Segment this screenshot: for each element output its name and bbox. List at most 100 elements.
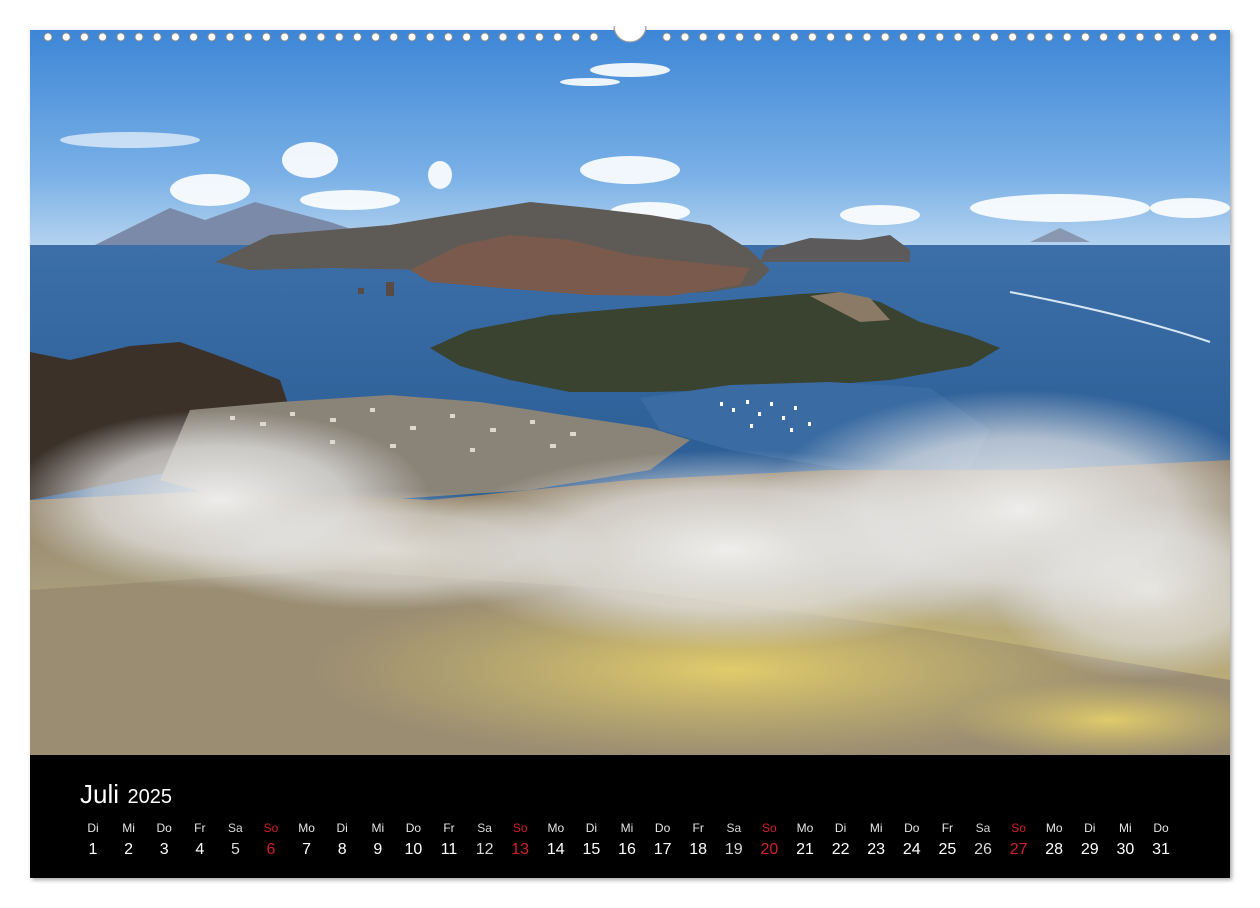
weekday-label: Do [1153,821,1169,835]
binding-ring [826,32,836,42]
day-number: 22 [831,841,850,858]
calendar-strip: Juli 2025 Di 1 Mi 2 Do 3 Fr 4 Sa 5 So 6 Mo 7 Di 8 Mi 9 Do 1… [30,755,1230,878]
binding-ring [371,32,381,42]
binding-ring [152,32,162,42]
day-number: 27 [1009,841,1028,858]
day-cell: Di 1 [75,819,111,863]
day-grid: Di 1 Mi 2 Do 3 Fr 4 Sa 5 So 6 Mo 7 Di 8 Mi 9 Do 10 Fr 11 Sa 12 S… [75,819,1190,867]
day-cell: Fr 4 [182,819,218,863]
binding-ring [589,32,599,42]
day-number: 31 [1152,841,1170,858]
day-cell: Di 29 [1072,819,1108,863]
day-cell: So 6 [253,819,289,863]
binding-ring [1044,32,1054,42]
binding-ring [698,32,708,42]
binding-ring [207,32,217,42]
binding-ring [280,32,290,42]
day-cell: Fr 18 [680,819,716,863]
day-number: 29 [1080,841,1099,858]
binding-ring [971,32,981,42]
day-number: 17 [653,841,672,858]
day-number: 12 [475,841,494,858]
day-cell: Sa 26 [965,819,1001,863]
binding-ring [243,32,253,42]
binding-ring [553,32,563,42]
binding-ring [844,32,854,42]
binding-ring [1153,32,1163,42]
weekday-label: Do [405,821,422,835]
binding-ring [716,32,726,42]
weekday-label: Fr [443,821,455,835]
weekday-label: So [263,821,279,835]
day-cell: Do 17 [645,819,681,863]
weekday-label: Mi [122,821,135,835]
binding-ring [334,32,344,42]
day-cell: Sa 12 [467,819,503,863]
day-cell: So 13 [502,819,538,863]
weekday-label: Fr [941,821,954,835]
day-number: 30 [1116,841,1135,858]
binding-ring [1026,32,1036,42]
weekday-label: Do [156,821,172,835]
weekday-label: So [512,821,528,835]
binding-ring [917,32,927,42]
day-cell: Do 3 [146,819,182,863]
binding-ring [116,32,126,42]
month-label: Juli [80,779,120,809]
binding-ring [98,32,108,42]
day-number: 1 [88,841,98,858]
day-cell: Di 8 [324,819,360,863]
day-number: 25 [938,841,957,858]
day-cell: Di 22 [823,819,859,863]
binding-ring [1099,32,1109,42]
year-label: 2025 [127,786,172,808]
weekday-label: Fr [692,821,704,835]
binding-ring [771,32,781,42]
day-number: 2 [124,841,134,858]
weekday-label: Sa [726,821,742,835]
day-number: 13 [511,841,530,858]
hanger-hook-icon [613,25,647,43]
day-number: 9 [373,841,383,858]
day-number: 8 [337,841,347,858]
binding-ring [316,32,326,42]
day-cell: Mo 28 [1036,819,1072,863]
weekday-label: Di [87,821,99,835]
weekday-label: Di [834,821,847,835]
day-cell: Mi 30 [1107,819,1143,863]
binding-ring [79,32,89,42]
day-number: 19 [724,841,743,858]
binding-ring [1080,32,1090,42]
weekday-label: Mi [620,821,634,835]
binding-ring [1008,32,1018,42]
weekday-label: Fr [194,821,206,835]
binding-ring [1117,32,1127,42]
binding-ring [1171,32,1181,42]
day-number: 26 [974,841,992,858]
weekday-label: Mi [371,821,385,835]
binding-ring [407,32,417,42]
binding-ring [1062,32,1072,42]
day-cell: Do 24 [894,819,930,863]
calendar-page: Juli 2025 Di 1 Mi 2 Do 3 Fr 4 Sa 5 So 6 Mo 7 Di 8 Mi 9 Do 1… [30,30,1230,878]
day-number: 14 [546,841,565,858]
binding-ring [225,32,235,42]
calendar-title: Juli 2025 [80,779,172,810]
binding-ring [534,32,544,42]
day-number: 7 [302,841,312,858]
binding-ring [880,32,890,42]
binding-ring [935,32,945,42]
day-cell: Sa 5 [217,819,253,863]
day-cell: Do 31 [1143,819,1179,863]
day-cell: Fr 25 [929,819,965,863]
weekday-label: Sa [228,821,243,835]
binding-ring [753,32,763,42]
binding-ring [989,32,999,42]
day-cell: Mo 7 [289,819,325,863]
landscape-photo [30,30,1230,755]
weekday-label: Di [336,821,348,835]
binding-ring [480,32,490,42]
weekday-label: Mi [869,821,883,835]
weekday-label: Mo [298,821,315,835]
day-number: 4 [195,841,205,858]
